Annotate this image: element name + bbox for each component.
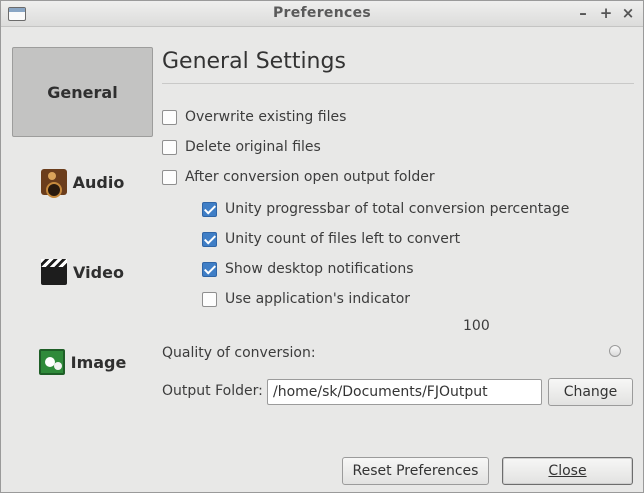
sidebar-item-video[interactable]: Video <box>12 227 153 317</box>
unity-progressbar-checkbox[interactable]: Unity progressbar of total conversion pe… <box>202 201 569 217</box>
reset-preferences-button[interactable]: Reset Preferences <box>342 457 489 485</box>
checkbox-label: Use application's indicator <box>225 291 411 307</box>
output-folder-label: Output Folder: <box>162 383 263 399</box>
output-folder-field[interactable]: /home/sk/Documents/FJOutput <box>267 379 542 405</box>
sidebar-item-image[interactable]: Image <box>12 317 153 407</box>
quality-value: 100 <box>463 318 490 334</box>
overwrite-files-checkbox[interactable]: Overwrite existing files <box>162 109 346 125</box>
speaker-icon <box>40 169 67 198</box>
sidebar-item-label: Video <box>73 262 124 282</box>
close-window-button[interactable]: × <box>620 3 636 23</box>
checkbox-box[interactable] <box>202 231 217 247</box>
app-indicator-checkbox[interactable]: Use application's indicator <box>202 291 410 307</box>
quality-label: Quality of conversion: <box>162 345 316 361</box>
unity-count-checkbox[interactable]: Unity count of files left to convert <box>202 231 460 247</box>
checkbox-label: Show desktop notifications <box>225 261 414 277</box>
sidebar-item-general[interactable]: General <box>12 47 153 137</box>
sidebar-item-label: Audio <box>72 172 125 192</box>
minimize-button[interactable]: – <box>575 3 591 23</box>
checkbox-box[interactable] <box>162 109 177 125</box>
open-output-folder-checkbox[interactable]: After conversion open output folder <box>162 169 435 185</box>
change-folder-button[interactable]: Change <box>548 378 633 406</box>
close-button[interactable]: Close <box>502 457 633 485</box>
picture-icon <box>38 349 65 375</box>
heading-divider <box>162 83 634 84</box>
checkbox-label: Overwrite existing files <box>185 109 347 125</box>
checkbox-box[interactable] <box>202 201 217 217</box>
sidebar-item-audio[interactable]: Audio <box>12 137 153 227</box>
checkbox-label: Unity count of files left to convert <box>225 231 461 247</box>
page-title: General Settings <box>162 49 346 74</box>
checkbox-box[interactable] <box>162 169 177 185</box>
preferences-window: Preferences – + × General Audio Video Im… <box>0 0 644 493</box>
checkbox-box[interactable] <box>202 291 217 307</box>
checkbox-label: Unity progressbar of total conversion pe… <box>225 201 570 217</box>
checkbox-box[interactable] <box>202 261 217 277</box>
checkbox-box[interactable] <box>162 139 177 155</box>
category-sidebar: General Audio Video Image <box>12 47 153 407</box>
checkbox-label: Delete original files <box>185 139 321 155</box>
quality-slider-handle[interactable] <box>609 345 621 357</box>
sidebar-item-label: Image <box>70 352 127 372</box>
sidebar-item-label: General <box>47 82 118 102</box>
window-title: Preferences <box>272 5 372 21</box>
checkbox-label: After conversion open output folder <box>185 169 435 185</box>
clapperboard-icon <box>41 259 68 285</box>
settings-panel: General Settings <box>162 47 634 83</box>
desktop-notifications-checkbox[interactable]: Show desktop notifications <box>202 261 414 277</box>
delete-original-checkbox[interactable]: Delete original files <box>162 139 321 155</box>
title-bar[interactable]: Preferences – + × <box>1 1 643 27</box>
close-button-label: Close <box>548 463 587 479</box>
maximize-button[interactable]: + <box>598 3 614 23</box>
